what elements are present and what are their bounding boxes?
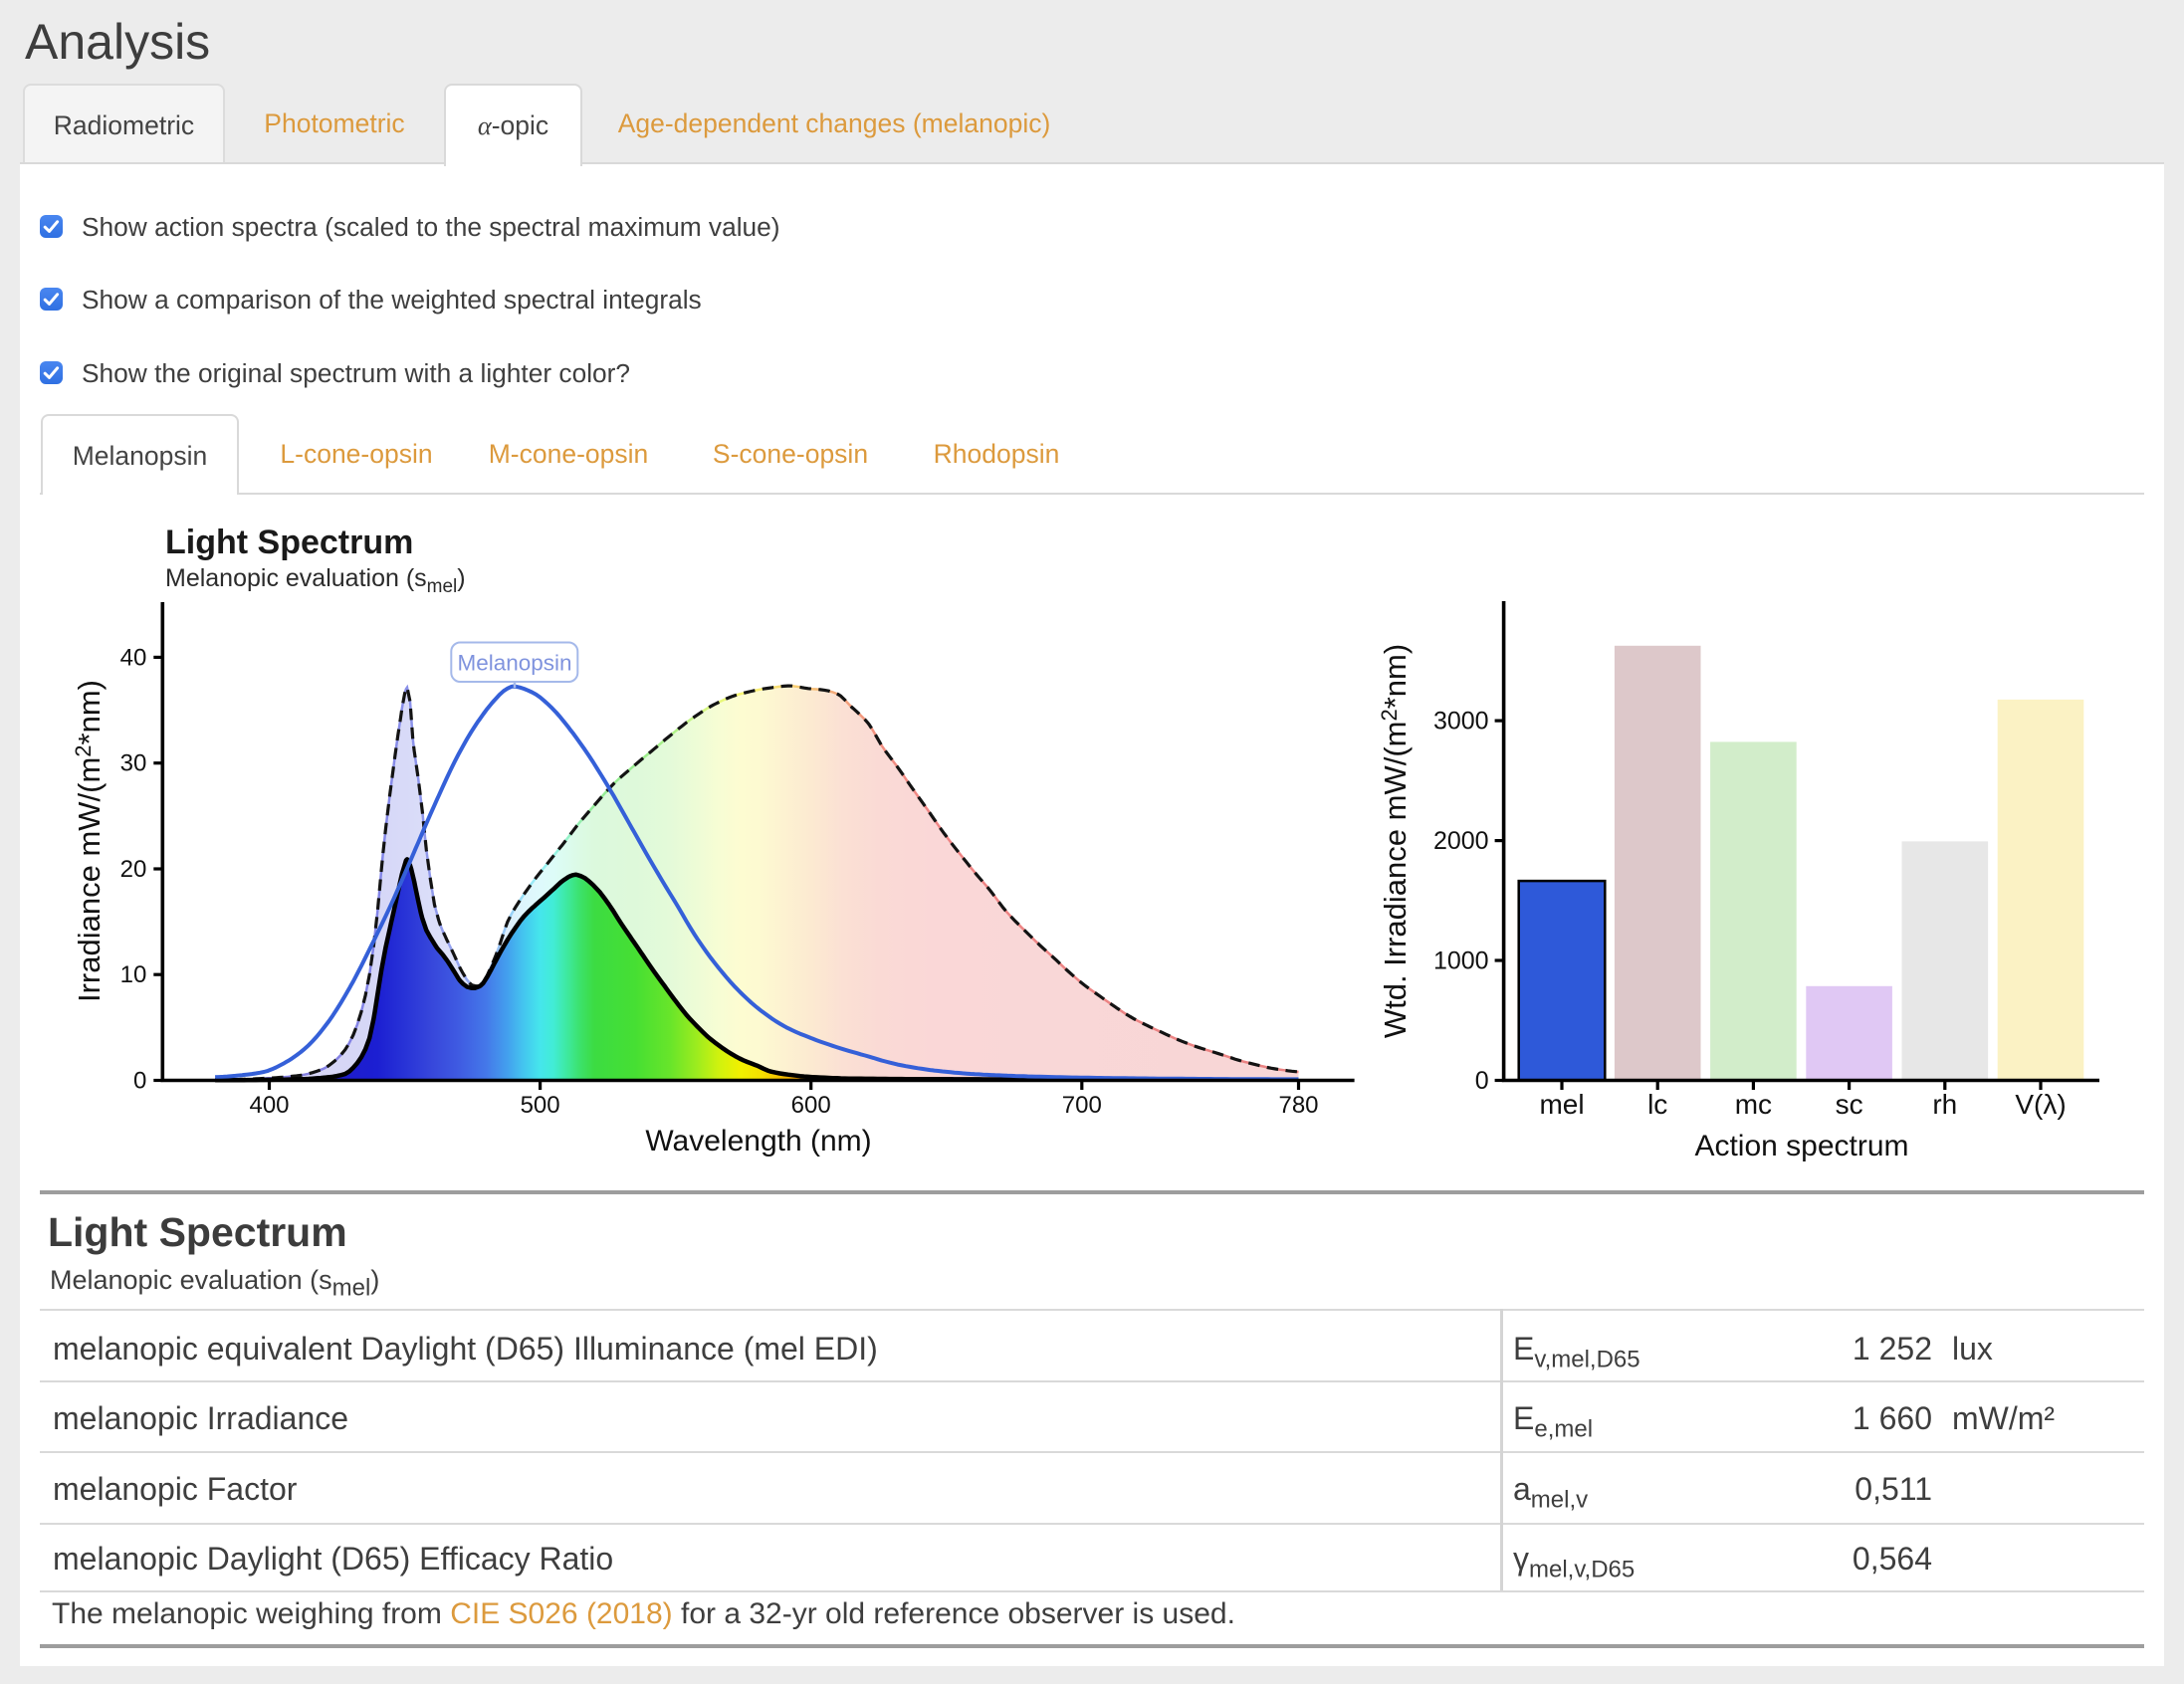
svg-text:rh: rh [1932,1089,1957,1120]
svg-text:700: 700 [1062,1092,1102,1119]
svg-text:2000: 2000 [1433,827,1489,855]
svg-text:1000: 1000 [1433,947,1489,975]
svg-text:400: 400 [249,1092,289,1119]
svg-text:V(λ): V(λ) [2015,1089,2066,1120]
svg-text:Light Spectrum: Light Spectrum [165,524,413,561]
svg-text:600: 600 [791,1092,831,1119]
svg-text:Wavelength (nm): Wavelength (nm) [645,1125,871,1158]
svg-text:0: 0 [1475,1067,1489,1095]
svg-text:sc: sc [1836,1089,1863,1120]
svg-text:3000: 3000 [1433,708,1489,736]
svg-text:10: 10 [120,961,147,988]
svg-text:mc: mc [1735,1089,1772,1120]
svg-text:0: 0 [133,1068,146,1095]
svg-text:20: 20 [120,856,147,883]
svg-text:Action spectrum: Action spectrum [1694,1130,1908,1162]
svg-text:500: 500 [521,1092,560,1119]
svg-text:Wtd. Irradiance mW/(m2*nm): Wtd. Irradiance mW/(m2*nm) [1377,644,1413,1038]
svg-text:Melanopsin: Melanopsin [457,651,571,676]
svg-text:Melanopic evaluation (smel): Melanopic evaluation (smel) [165,564,466,597]
svg-text:780: 780 [1278,1092,1318,1119]
svg-text:40: 40 [120,644,147,671]
svg-text:mel: mel [1539,1089,1584,1120]
svg-text:30: 30 [120,750,147,777]
svg-text:Irradiance mW/(m2*nm): Irradiance mW/(m2*nm) [71,680,107,1002]
svg-text:lc: lc [1647,1089,1667,1120]
